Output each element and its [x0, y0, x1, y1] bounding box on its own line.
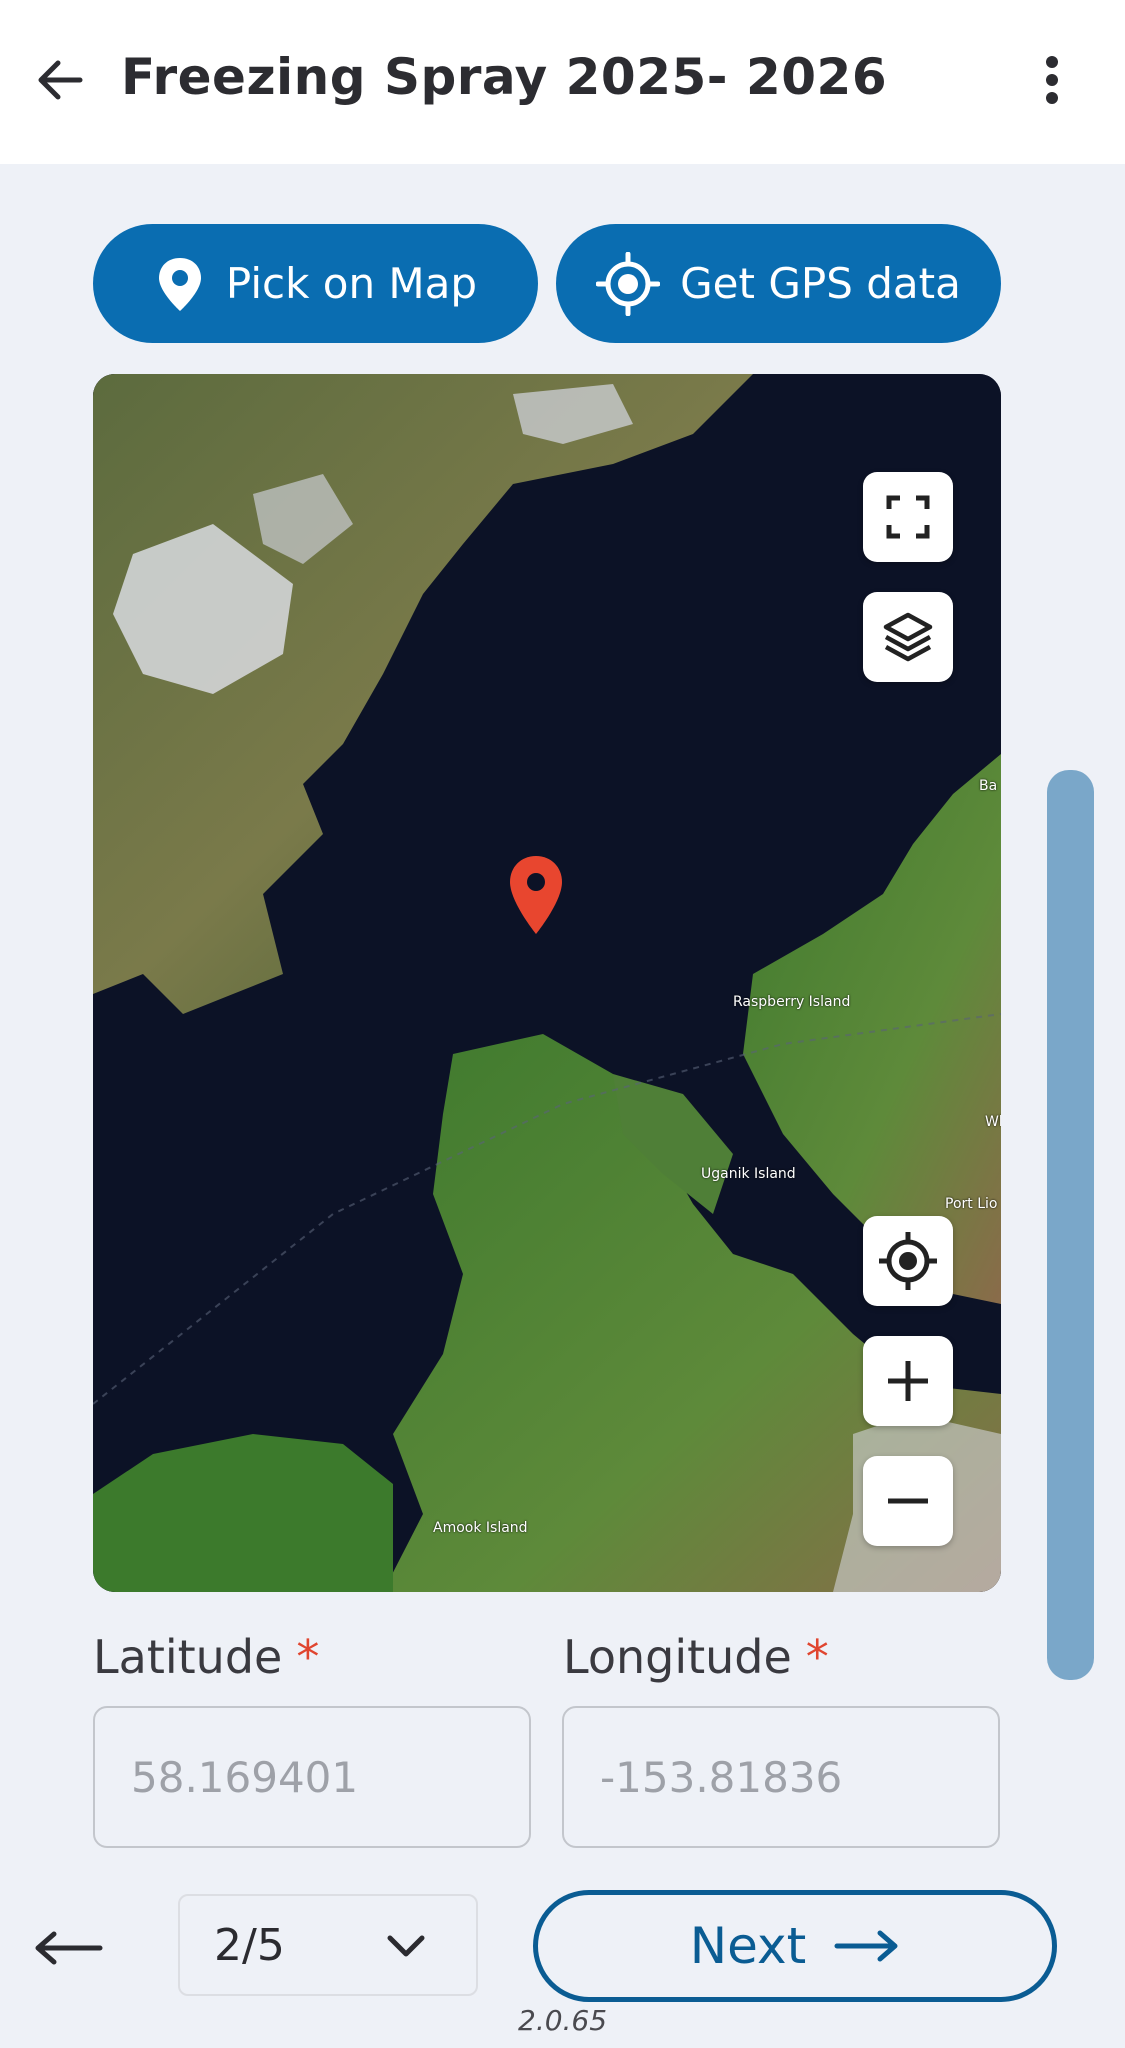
page-title: Freezing Spray 2025- 2026 [121, 48, 888, 106]
map-pin-icon [158, 257, 201, 311]
map-label-amook-island: Amook Island [433, 1520, 528, 1536]
my-location-icon [879, 1232, 937, 1290]
more-vert-icon[interactable] [1030, 50, 1074, 110]
app-version: 2.0.65 [518, 2004, 608, 2037]
required-mark: * [805, 1630, 829, 1684]
longitude-field[interactable]: -153.81836 [562, 1706, 1000, 1848]
pick-on-map-label: Pick on Map [225, 259, 478, 308]
next-label: Next [689, 1917, 807, 1975]
app-bar: Freezing Spray 2025- 2026 [0, 0, 1125, 164]
map-label-edge-mid: Wh [985, 1114, 1001, 1130]
fullscreen-icon [886, 495, 930, 539]
latitude-label: Latitude * [93, 1630, 319, 1684]
latitude-label-text: Latitude [93, 1630, 283, 1684]
page-selector[interactable]: 2/5 [178, 1894, 478, 1996]
zoom-in-icon [888, 1361, 928, 1401]
required-mark: * [296, 1630, 320, 1684]
map-label-edge-top: Ba [979, 778, 998, 794]
map-label-uganik-island: Uganik Island [701, 1166, 796, 1182]
longitude-label: Longitude * [563, 1630, 829, 1684]
page-indicator: 2/5 [214, 1919, 285, 1971]
location-marker-icon [510, 856, 562, 934]
latitude-field[interactable]: 58.169401 [93, 1706, 531, 1848]
fullscreen-button[interactable] [863, 472, 953, 562]
pick-on-map-button[interactable]: Pick on Map [93, 224, 538, 343]
zoom-out-icon [888, 1498, 928, 1504]
layers-icon [883, 612, 933, 662]
previous-arrow-icon[interactable] [32, 1918, 104, 1978]
arrow-left-icon[interactable] [30, 50, 90, 110]
arrow-right-icon [834, 1930, 898, 1962]
gps-target-icon [596, 251, 661, 316]
get-gps-button[interactable]: Get GPS data [556, 224, 1001, 343]
scrollbar-thumb[interactable] [1047, 770, 1094, 1680]
map-label-raspberry-island: Raspberry Island [733, 994, 851, 1010]
map-label-port-lions: Port Lio [945, 1196, 998, 1212]
map-view[interactable]: Raspberry Island Uganik Island Amook Isl… [93, 374, 1001, 1592]
next-button[interactable]: Next [533, 1890, 1057, 2002]
zoom-out-button[interactable] [863, 1456, 953, 1546]
my-location-button[interactable] [863, 1216, 953, 1306]
get-gps-label: Get GPS data [680, 259, 961, 308]
chevron-down-icon [387, 1935, 425, 1957]
longitude-label-text: Longitude [563, 1630, 792, 1684]
layers-button[interactable] [863, 592, 953, 682]
zoom-in-button[interactable] [863, 1336, 953, 1426]
